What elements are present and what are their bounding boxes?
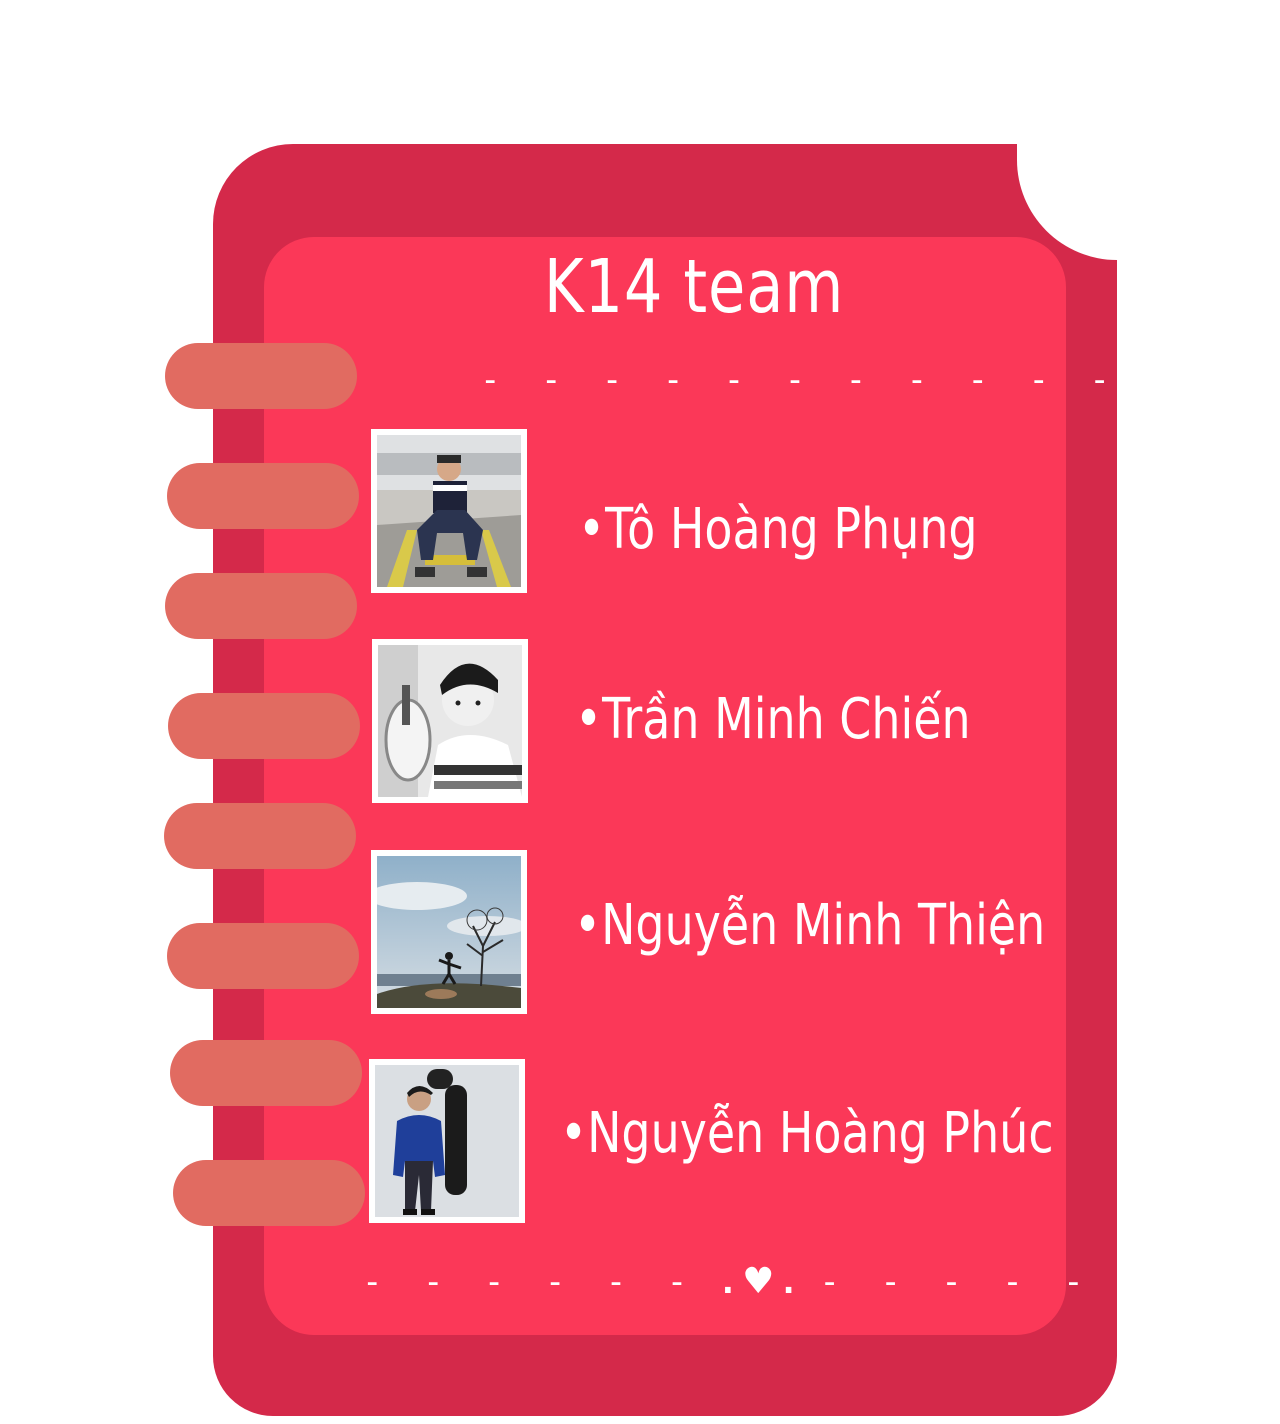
bottom-divider-left: - - - - - - (362, 1262, 698, 1302)
bottom-divider: - - - - - - . ♥. - - - - - - (362, 1261, 1145, 1302)
card-title: K14 team (543, 244, 845, 330)
binder-ring (173, 1160, 365, 1226)
binder-ring (168, 693, 360, 759)
member-name: •Tô Hoàng Phụng (578, 497, 978, 562)
member-name: •Trần Minh Chiến (575, 687, 971, 752)
person-hilltop-tree-photo (377, 856, 521, 1008)
binder-ring (164, 803, 356, 869)
bottom-divider-right: - - - - - - (819, 1262, 1155, 1302)
top-divider: - - - - - - - - - - - - (480, 360, 1181, 400)
member-photo (369, 1059, 525, 1223)
notebook-card: K14 team - - - - - - - - - - - - •Tô Hoà… (0, 0, 1280, 1424)
heart-icon: ♥ (742, 1261, 775, 1302)
binder-ring (167, 923, 359, 989)
dot-right: . (778, 1262, 799, 1302)
binder-ring (170, 1040, 362, 1106)
member-photo (372, 639, 528, 803)
member-name: •Nguyễn Minh Thiện (574, 893, 1046, 958)
member-name: •Nguyễn Hoàng Phúc (560, 1101, 1054, 1166)
person-sitting-photo (377, 435, 521, 587)
binder-ring (167, 463, 359, 529)
dot-left: . (717, 1262, 739, 1302)
member-photo (371, 429, 527, 593)
binder-ring (165, 573, 357, 639)
person-portrait-bw-photo (378, 645, 522, 797)
person-standing-wall-photo (375, 1065, 519, 1217)
member-photo (371, 850, 527, 1014)
binder-ring (165, 343, 357, 409)
